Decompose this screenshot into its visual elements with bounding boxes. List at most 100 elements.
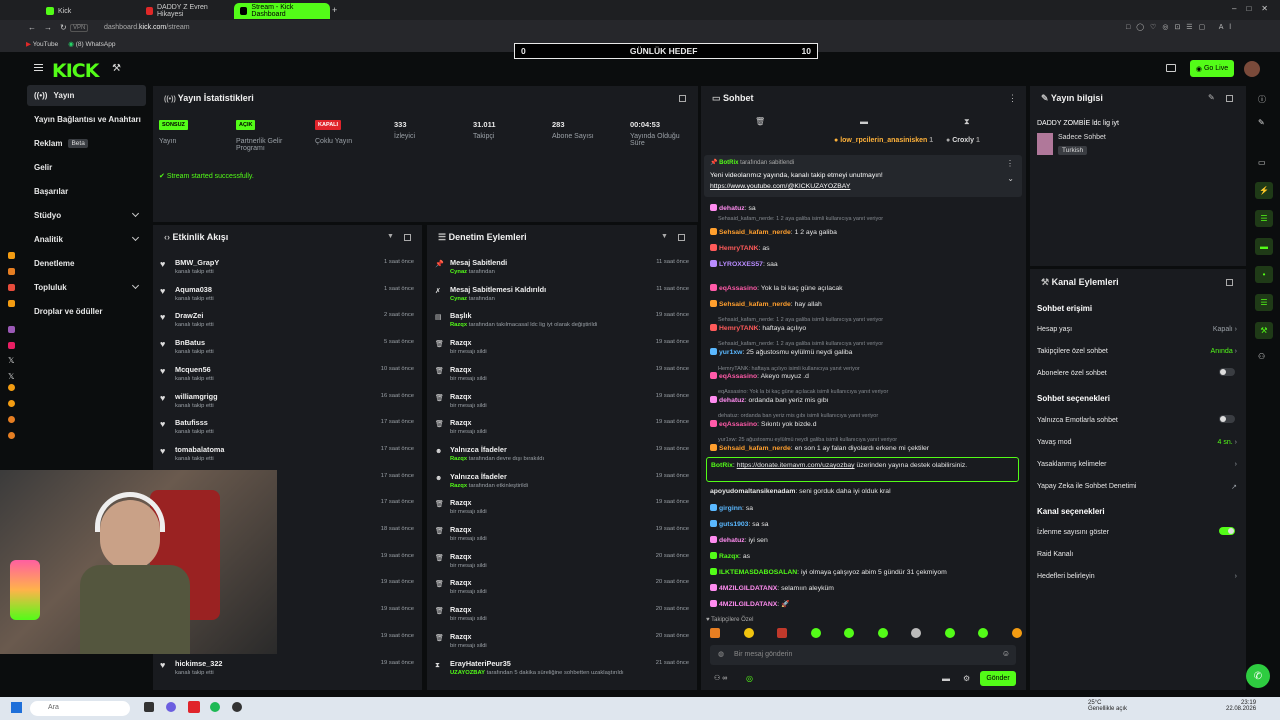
emote-icon[interactable] [844, 628, 855, 638]
emote-icon[interactable] [911, 628, 922, 638]
go-live-button[interactable]: ◉ Go Live [1190, 60, 1234, 77]
popout-icon[interactable] [678, 234, 685, 241]
sidebar-item-denetleme[interactable]: Denetleme [27, 253, 146, 274]
botrix-link[interactable]: https://donate.itemavm.com/uzayozbay [737, 462, 855, 469]
browser-tab[interactable]: DADDY Z Evren Hikayesi [140, 3, 232, 19]
filter-icon[interactable]: ▼ [387, 233, 394, 240]
rail-broadcast[interactable]: • [1255, 266, 1273, 283]
chat-username[interactable]: guts1903 [719, 521, 748, 528]
sidebar-item-topluluk[interactable]: Topluluk [27, 277, 146, 298]
chat-username[interactable]: ILKTEMASDABOSALAN [719, 569, 797, 576]
setting-row[interactable]: Raid Kanalı [1037, 551, 1237, 558]
tag-badge[interactable]: Turkish [1058, 146, 1088, 155]
emote-icon[interactable] [978, 628, 989, 638]
app-rail-icon[interactable] [8, 400, 15, 407]
external-link-icon[interactable]: ↗ [1231, 483, 1237, 491]
sidebar-item-analitik[interactable]: Analitik [27, 229, 146, 250]
chat-username[interactable]: apoyudomaltansikenadam [710, 488, 795, 495]
kick-logo[interactable]: KICK [52, 60, 99, 82]
rail-chat[interactable]: ▬ [1255, 238, 1273, 255]
emote-icon[interactable] [710, 628, 720, 638]
chat-settings-icons[interactable]: ⚇ ∞ [714, 674, 727, 682]
bookmark-youtube[interactable]: ▶ YouTube [26, 40, 58, 48]
trash-icon[interactable]: 🗑 [755, 117, 765, 126]
feed-item-name[interactable]: Mcquen56 [175, 365, 211, 374]
app-rail-icon[interactable] [8, 342, 15, 349]
chat-username[interactable]: 4MZILGILDATANX [719, 585, 777, 592]
sidebar-item-droplar[interactable]: Droplar ve ödüller [27, 301, 146, 322]
mod-action-user[interactable]: Razqx [450, 322, 467, 328]
more-icon[interactable]: ⋮ [1006, 159, 1014, 168]
sidebar-item-yayin[interactable]: ((•)) Yayın [27, 85, 146, 106]
bookmark-whatsapp[interactable]: ◉ (8) WhatsApp [68, 40, 115, 48]
mod-action-user[interactable]: Razqx [450, 483, 467, 489]
taskbar-app-icon[interactable] [188, 701, 200, 713]
chat-username[interactable]: 4MZILGILDATANX [719, 601, 777, 608]
chat-username[interactable]: dehatuz [719, 537, 745, 544]
sidebar-item-studyo[interactable]: Stüdyo [27, 205, 146, 226]
taskbar-search[interactable]: Ara [30, 701, 130, 716]
emoji-icon[interactable]: ☺ [1002, 649, 1010, 658]
toggle-switch[interactable] [1219, 415, 1235, 423]
emote-icon[interactable] [743, 628, 754, 638]
vpn-icon[interactable]: VPN [70, 24, 89, 32]
chat-username[interactable]: eqAssasino [719, 285, 757, 292]
botrix-icon[interactable]: ◎ [746, 674, 753, 683]
more-icon[interactable]: ⋮ [1008, 93, 1017, 104]
rail-quick-actions[interactable]: ⚡ [1255, 182, 1273, 199]
chat-username[interactable]: yur1xw [719, 349, 742, 356]
mod-action-user[interactable]: Cynaz [450, 296, 467, 302]
chat-username[interactable]: HemryTANK [719, 325, 759, 332]
feed-item-name[interactable]: DrawZei [175, 311, 203, 320]
chat-bubble-icon[interactable]: ▬ [860, 117, 868, 126]
rail-mod[interactable]: ☰ [1255, 294, 1273, 311]
mod-action-user[interactable]: Razqx [450, 456, 467, 462]
weather-widget[interactable]: 25°C Genellikle açık [1088, 700, 1127, 712]
nav-arrows-icon[interactable]: ←→↻ [28, 23, 75, 32]
x-twitter-icon[interactable]: 𝕏 [8, 372, 14, 381]
chat-username[interactable]: dehatuz [719, 397, 745, 404]
chat-bubble-icon[interactable]: ▬ [942, 674, 950, 683]
popout-icon[interactable] [679, 95, 686, 102]
chat-username[interactable]: Sehsaid_kafam_nerde [719, 301, 791, 308]
emote-icon[interactable] [1011, 628, 1022, 638]
taskbar-app-icon[interactable] [232, 702, 242, 712]
chat-username[interactable]: girginn [719, 505, 742, 512]
feed-item-name[interactable]: hickimse_322 [175, 659, 222, 668]
avatar[interactable] [1244, 61, 1260, 77]
setting-row[interactable]: İzlenme sayısını göster [1037, 527, 1237, 536]
top-gifter-2[interactable]: ● Croxly 1 [946, 137, 980, 144]
feed-item-name[interactable]: BnBatus [175, 338, 205, 347]
layout-icon[interactable] [1166, 64, 1176, 72]
emote-icon[interactable] [877, 628, 888, 638]
filter-icon[interactable]: ▼ [661, 233, 668, 240]
info-icon[interactable]: ⓘ [1258, 94, 1266, 105]
feed-item-name[interactable]: BMW_GrapY [175, 258, 219, 267]
setting-row[interactable]: Hesap yaşı Kapalı › [1037, 326, 1237, 333]
feed-item-name[interactable]: tomabalatoma [175, 445, 224, 454]
chat-username[interactable]: BotRix [711, 462, 733, 469]
setting-row[interactable]: Abonelere özel sohbet [1037, 368, 1237, 377]
app-rail-icon[interactable] [8, 432, 15, 439]
taskbar-app-icon[interactable] [144, 702, 154, 712]
browser-tab-active[interactable]: Stream - Kick Dashboard [234, 3, 330, 19]
app-rail-icon[interactable] [8, 416, 15, 423]
spotify-icon[interactable] [210, 702, 220, 712]
setting-row[interactable]: Yavaş mod 4 sn. › [1037, 439, 1237, 446]
browser-tab[interactable]: Kick [40, 3, 140, 19]
mod-action-user[interactable]: Cynaz [450, 269, 467, 275]
chat-username[interactable]: dehatuz [719, 205, 745, 212]
pinned-link[interactable]: https://www.youtube.com/@KICKUZAYOZBAY [710, 183, 850, 190]
popout-icon[interactable] [404, 234, 411, 241]
toggle-switch[interactable] [1219, 368, 1235, 376]
top-gifter-1[interactable]: ● low_rpcilerin_anasinisken 1 [834, 137, 933, 144]
edit-icon[interactable]: ✎ [1208, 93, 1215, 102]
chat-input[interactable]: ◍ Bir mesaj gönderin ☺ [710, 645, 1016, 665]
popout-icon[interactable] [1226, 279, 1233, 286]
feed-item-name[interactable]: Aquma038 [175, 285, 212, 294]
popout-icon[interactable] [1226, 95, 1233, 102]
window-controls-icon[interactable]: –□✕ [1232, 4, 1278, 13]
chevron-down-icon[interactable]: ⌄ [1007, 174, 1014, 183]
app-rail-icon[interactable] [8, 300, 15, 307]
layout-icon[interactable]: ▭ [1258, 158, 1266, 167]
